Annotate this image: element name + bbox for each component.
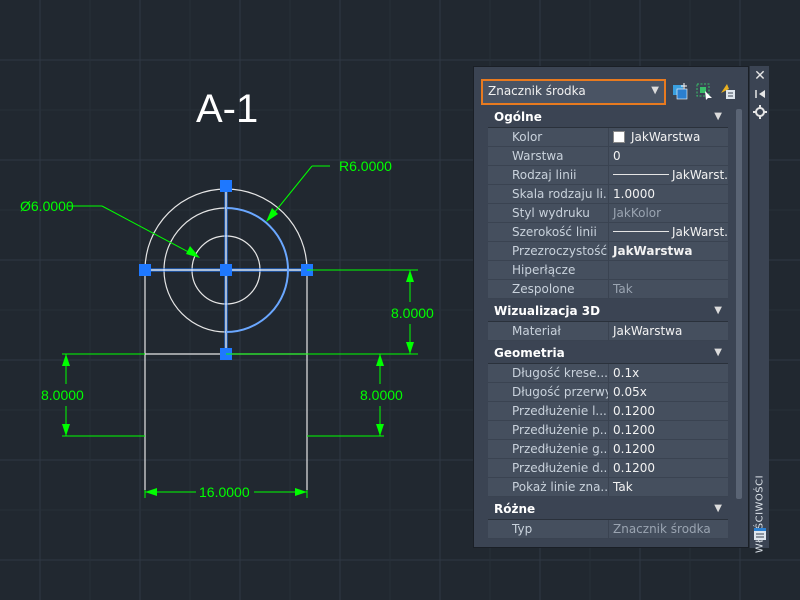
- property-value: Tak: [613, 282, 633, 296]
- select-objects-icon: [696, 83, 712, 100]
- property-row-extension-top[interactable]: Przedłużenie g... 0.1200: [488, 440, 728, 459]
- palette-scrollbar[interactable]: [736, 109, 742, 499]
- property-value[interactable]: JakWarst...: [609, 166, 728, 184]
- property-name: Zespolone: [502, 280, 609, 298]
- dim-radius-label: R6.0000: [339, 158, 392, 174]
- property-name: Przezroczystość: [502, 242, 609, 260]
- chevron-down-icon: ▼: [714, 305, 722, 316]
- property-value[interactable]: 0.1200: [609, 440, 728, 458]
- toggle-pickadd-button[interactable]: [670, 81, 690, 101]
- property-name: Typ: [502, 520, 609, 538]
- palette-titlebar[interactable]: ✕ WŁAŚCIWOŚCI: [749, 66, 769, 554]
- property-value[interactable]: 1.0000: [609, 185, 728, 203]
- property-name: Przedłużenie p...: [502, 421, 609, 439]
- property-row-material[interactable]: Materiał JakWarstwa: [488, 322, 728, 341]
- properties-palette: Znacznik środka ▼ Ogólne ▼ Kolor JakWars…: [473, 66, 749, 548]
- property-row-show-lines[interactable]: Pokaż linie zna... Tak: [488, 478, 728, 497]
- section-header-geometry[interactable]: Geometria ▼: [488, 343, 728, 364]
- linetype-preview: [613, 174, 669, 175]
- section-header-misc[interactable]: Różne ▼: [488, 499, 728, 520]
- property-value[interactable]: JakWarstwa: [609, 322, 728, 340]
- property-name: Warstwa: [502, 147, 609, 165]
- dim-height-inner-label: 8.0000: [360, 387, 403, 403]
- property-row-type[interactable]: Typ Znacznik środka: [488, 520, 728, 539]
- property-row-hyperlink[interactable]: Hiperłącze: [488, 261, 728, 280]
- dim-diameter-label: Ø6.0000: [20, 198, 74, 214]
- object-type-label: Znacznik środka: [488, 84, 586, 98]
- property-name: Skala rodzaju li...: [502, 185, 609, 203]
- section-title: Geometria: [494, 346, 565, 360]
- properties-list: Ogólne ▼ Kolor JakWarstwa Warstwa 0 Rodz…: [488, 107, 728, 539]
- grip-left: [139, 264, 151, 276]
- property-name: Przedłużenie l...: [502, 402, 609, 420]
- property-row-linetype-scale[interactable]: Skala rodzaju li... 1.0000: [488, 185, 728, 204]
- chevron-down-icon: ▼: [714, 347, 722, 358]
- close-icon[interactable]: ✕: [752, 68, 768, 84]
- property-name: Kolor: [502, 128, 609, 146]
- property-row-extension-right[interactable]: Przedłużenie p... 0.1200: [488, 421, 728, 440]
- property-name: Przedłużenie d...: [502, 459, 609, 477]
- property-value[interactable]: 0.1200: [609, 421, 728, 439]
- property-value[interactable]: 0.1200: [609, 459, 728, 477]
- scrollbar-thumb[interactable]: [736, 109, 742, 499]
- properties-palette-icon[interactable]: [752, 526, 768, 542]
- quick-select-button[interactable]: [717, 81, 737, 101]
- property-name: Przedłużenie g...: [502, 440, 609, 458]
- property-value[interactable]: Tak: [609, 478, 728, 496]
- chevron-down-icon: ▼: [714, 111, 722, 122]
- property-name: Hiperłącze: [502, 261, 609, 279]
- center-mark[interactable]: [139, 180, 313, 360]
- property-row-plot-style[interactable]: Styl wydruku JakKolor: [488, 204, 728, 223]
- property-name: Pokaż linie zna...: [502, 478, 609, 496]
- lineweight-preview: [613, 231, 669, 232]
- drawing-title: A-1: [196, 87, 258, 131]
- property-row-linetype[interactable]: Rodzaj linii JakWarst...: [488, 166, 728, 185]
- property-value[interactable]: 0.1200: [609, 402, 728, 420]
- property-row-gap-length[interactable]: Długość przerwy 0.05x: [488, 383, 728, 402]
- dim-height-left-label: 8.0000: [41, 387, 84, 403]
- grip-top: [220, 180, 232, 192]
- section-title: Wizualizacja 3D: [494, 304, 601, 318]
- dim-height-right-label: 8.0000: [391, 305, 434, 321]
- property-name: Materiał: [502, 322, 609, 340]
- property-name: Styl wydruku: [502, 204, 609, 222]
- dim-width-label: 16.0000: [199, 484, 250, 500]
- palette-title: WŁAŚCIWOŚCI: [754, 474, 766, 554]
- property-name: Długość krese...: [502, 364, 609, 382]
- property-name: Szerokość linii: [502, 223, 609, 241]
- gear-icon[interactable]: [752, 104, 768, 120]
- grip-center: [220, 264, 232, 276]
- section-header-general[interactable]: Ogólne ▼: [488, 107, 728, 128]
- property-row-lineweight[interactable]: Szerokość linii JakWarst...: [488, 223, 728, 242]
- property-value[interactable]: JakWarstwa: [609, 242, 728, 260]
- property-value[interactable]: 0.1x: [609, 364, 728, 382]
- property-value[interactable]: JakWarstwa: [609, 128, 728, 146]
- property-row-transparency[interactable]: Przezroczystość JakWarstwa: [488, 242, 728, 261]
- property-name: Długość przerwy: [502, 383, 609, 401]
- select-objects-button[interactable]: [694, 81, 714, 101]
- color-swatch: [613, 131, 625, 143]
- property-row-layer[interactable]: Warstwa 0: [488, 147, 728, 166]
- property-value: JakKolor: [613, 206, 662, 220]
- property-row-color[interactable]: Kolor JakWarstwa: [488, 128, 728, 147]
- section-title: Ogólne: [494, 110, 542, 124]
- object-type-dropdown[interactable]: Znacznik środka ▼: [481, 79, 666, 105]
- property-value: Znacznik środka: [613, 522, 711, 536]
- property-value[interactable]: 0.05x: [609, 383, 728, 401]
- pickadd-icon: [673, 83, 688, 100]
- property-row-associative[interactable]: Zespolone Tak: [488, 280, 728, 299]
- quick-select-icon: [721, 84, 735, 99]
- property-row-extension-bottom[interactable]: Przedłużenie d... 0.1200: [488, 459, 728, 478]
- property-value[interactable]: [609, 261, 728, 279]
- section-title: Różne: [494, 502, 536, 516]
- chevron-down-icon: ▼: [714, 503, 722, 514]
- autohide-icon[interactable]: [752, 86, 768, 102]
- property-row-extension-left[interactable]: Przedłużenie l... 0.1200: [488, 402, 728, 421]
- section-header-3d-visualization[interactable]: Wizualizacja 3D ▼: [488, 301, 728, 322]
- property-row-dash-length[interactable]: Długość krese... 0.1x: [488, 364, 728, 383]
- property-value[interactable]: 0: [609, 147, 728, 165]
- property-value[interactable]: JakWarst...: [609, 223, 728, 241]
- property-name: Rodzaj linii: [502, 166, 609, 184]
- chevron-down-icon: ▼: [651, 85, 659, 96]
